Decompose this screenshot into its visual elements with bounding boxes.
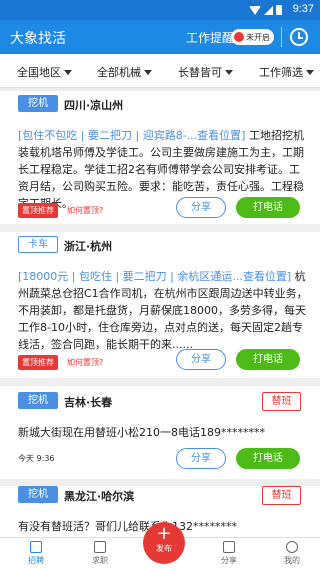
caret-down-icon	[306, 69, 314, 75]
filter-machine[interactable]: 全部机械	[97, 64, 152, 80]
filter-label: 长替皆可	[178, 66, 222, 79]
share-button[interactable]: 分享	[176, 448, 226, 469]
substitute-badge: 替班	[262, 392, 301, 411]
nav-profile[interactable]: 我的	[268, 541, 316, 566]
divider	[281, 27, 282, 47]
profile-icon	[286, 541, 298, 553]
filter-label: 工作筛选	[259, 66, 303, 79]
category-tag: 挖机	[18, 486, 58, 503]
nav-recruit[interactable]: 招聘	[12, 541, 60, 566]
job-description: [18000元 | 包吃住 | 要二把刀 | 余杭区通运...查看位置] 杭州蔬…	[18, 268, 308, 353]
job-card[interactable]: 挖机 吉林·长春 替班 新城大街现在用替班小松210一8电话189*******…	[0, 386, 320, 479]
wifi-icon	[249, 5, 261, 15]
publish-label: 发布	[156, 544, 172, 553]
plus-icon: +	[156, 523, 172, 544]
caret-down-icon	[144, 69, 152, 75]
nav-label: 求职	[92, 556, 108, 565]
filter-duration[interactable]: 长替皆可	[178, 64, 233, 80]
call-button[interactable]: 打电话	[236, 349, 300, 370]
category-tag: 卡车	[18, 236, 58, 253]
category-tag: 挖机	[18, 95, 58, 112]
nav-label: 分享	[221, 556, 237, 565]
substitute-badge: 替班	[262, 486, 301, 505]
how-to-pin-link[interactable]: 如何置顶?	[67, 205, 103, 216]
pin-badge: 置顶推荐	[18, 355, 58, 370]
job-description: 新城大街现在用替班小松210一8电话189********	[18, 426, 265, 439]
job-summary-link[interactable]: [包住不包吃 | 要二把刀 | 迎宾路8-...查看位置]	[18, 129, 245, 142]
clock-icon[interactable]	[290, 28, 308, 46]
share-button[interactable]: 分享	[176, 349, 226, 370]
filter-bar: 全国地区 全部机械 长替皆可 工作筛选	[0, 54, 320, 88]
how-to-pin-link[interactable]: 如何置顶?	[67, 357, 103, 368]
caret-down-icon	[64, 69, 72, 75]
call-button[interactable]: 打电话	[236, 197, 300, 218]
resume-icon	[94, 541, 106, 553]
signal-icon	[264, 5, 273, 15]
share-icon	[223, 541, 235, 553]
post-time: 今天 9:36	[18, 454, 55, 463]
filter-work[interactable]: 工作筛选	[259, 64, 314, 80]
battery-icon	[276, 5, 282, 15]
recruit-icon	[30, 541, 42, 553]
call-button[interactable]: 打电话	[236, 448, 300, 469]
status-bar: 9:37	[0, 0, 320, 20]
job-location: 四川·凉山州	[64, 99, 124, 112]
job-card[interactable]: 卡车 浙江·杭州 [18000元 | 包吃住 | 要二把刀 | 余杭区通运...…	[0, 232, 320, 378]
toggle-label: 未开启	[246, 33, 270, 42]
app-bar: 大象找活 工作提醒 未开启	[0, 20, 320, 54]
job-summary-link[interactable]: [18000元 | 包吃住 | 要二把刀 | 余杭区通运...查看位置]	[18, 270, 291, 283]
nav-jobseek[interactable]: 求职	[76, 541, 124, 566]
app-title: 大象找活	[10, 31, 66, 47]
work-alert-toggle[interactable]: 未开启	[231, 29, 274, 45]
filter-label: 全国地区	[17, 66, 61, 79]
job-location: 吉林·长春	[64, 396, 113, 409]
status-icons	[249, 5, 282, 15]
filter-label: 全部机械	[97, 66, 141, 79]
publish-button[interactable]: + 发布	[143, 522, 185, 564]
job-location: 黑龙江·哈尔滨	[64, 490, 135, 503]
nav-share[interactable]: 分享	[205, 541, 253, 566]
category-tag: 挖机	[18, 392, 58, 409]
filter-region[interactable]: 全国地区	[17, 64, 72, 80]
work-alert-label: 工作提醒	[186, 31, 235, 45]
job-card[interactable]: 挖机 四川·凉山州 [包住不包吃 | 要二把刀 | 迎宾路8-...查看位置] …	[0, 91, 320, 224]
caret-down-icon	[225, 69, 233, 75]
job-location: 浙江·杭州	[64, 240, 113, 253]
status-time: 9:37	[292, 3, 314, 15]
share-button[interactable]: 分享	[176, 197, 226, 218]
nav-label: 招聘	[28, 556, 44, 565]
pin-badge: 置顶推荐	[18, 203, 58, 218]
nav-label: 我的	[284, 556, 300, 565]
toggle-knob	[234, 32, 244, 42]
